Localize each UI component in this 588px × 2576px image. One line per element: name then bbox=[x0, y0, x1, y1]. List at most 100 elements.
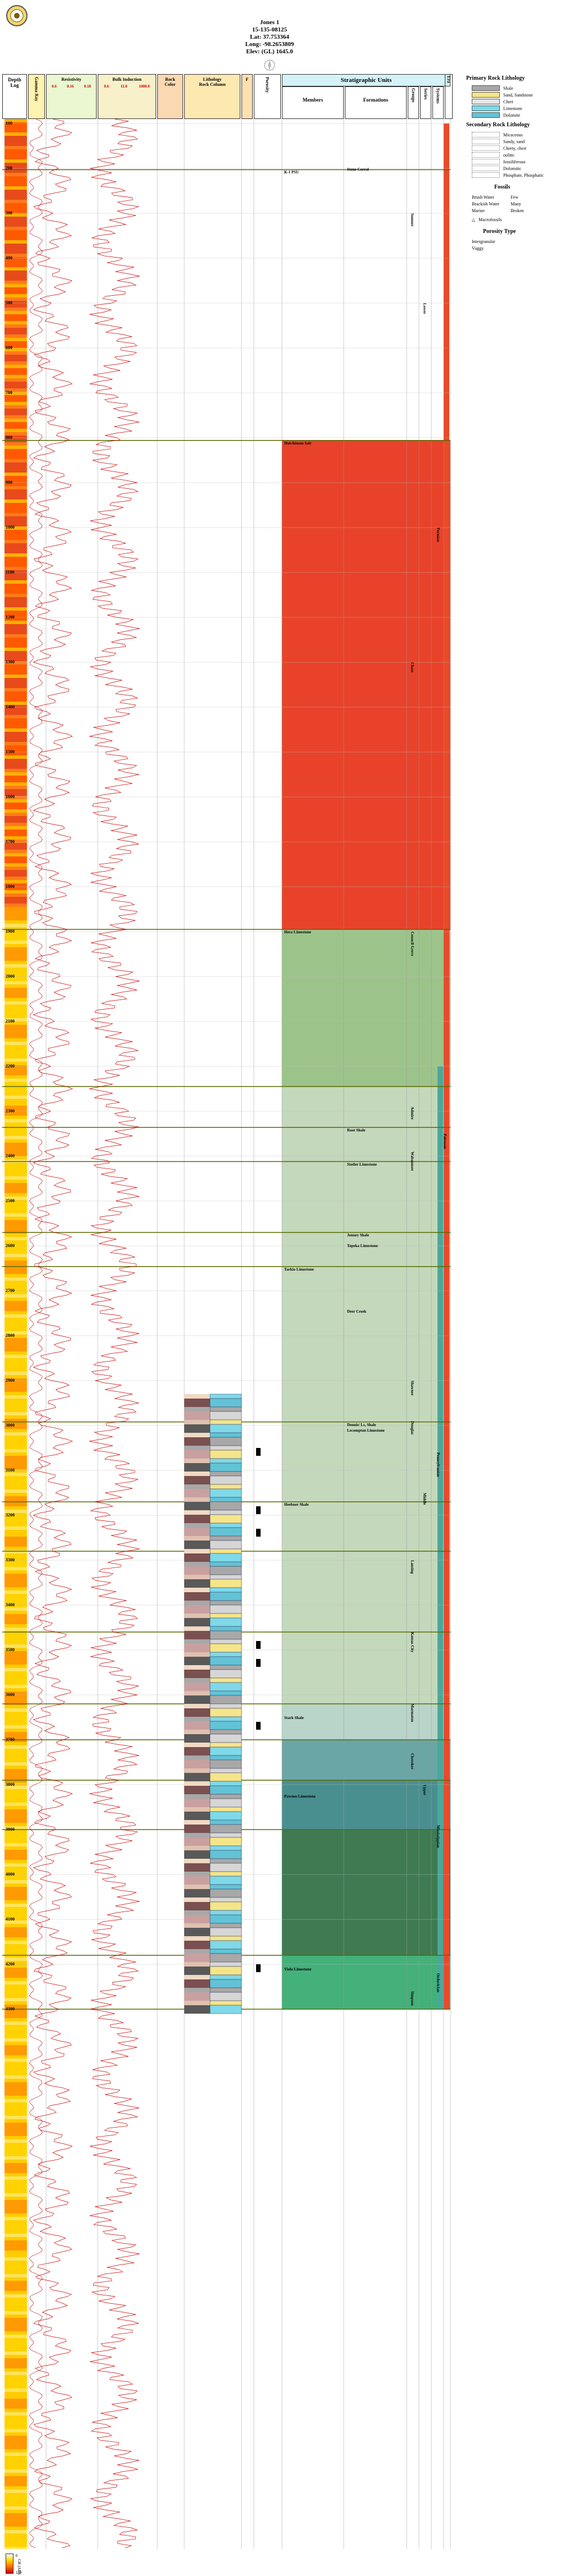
rock-color-cell bbox=[184, 1670, 210, 1678]
rock-color-cell bbox=[184, 2001, 210, 2005]
gr-color-band bbox=[4, 1032, 27, 1035]
gr-color-band bbox=[4, 2028, 27, 2032]
gr-color-band bbox=[4, 2102, 27, 2106]
gr-color-band bbox=[4, 853, 27, 856]
group-label: Wabaunsee bbox=[410, 1152, 414, 1171]
rock-color-column-header: Rock Color bbox=[157, 74, 183, 119]
gr-color-band bbox=[4, 1813, 27, 1816]
gr-color-band bbox=[4, 1028, 27, 1032]
legend-label: Sand, Sandstone bbox=[503, 92, 533, 98]
gr-color-band bbox=[4, 2483, 27, 2486]
gr-color-band bbox=[4, 691, 27, 695]
gr-color-band bbox=[4, 2099, 27, 2102]
gr-color-band bbox=[4, 590, 27, 594]
gr-color-band bbox=[4, 2385, 27, 2389]
lithology-cell bbox=[209, 1527, 242, 1537]
lithology-cell bbox=[209, 1394, 242, 1399]
depth-label: 400 bbox=[6, 255, 12, 260]
gr-color-band bbox=[4, 314, 27, 318]
gr-color-band bbox=[4, 2469, 27, 2473]
gr-color-band bbox=[4, 543, 27, 547]
gr-color-band bbox=[4, 2358, 27, 2362]
gr-color-band bbox=[4, 1590, 27, 1594]
gr-color-band bbox=[4, 2096, 27, 2099]
well-elev: Elev: (GL) 1645.0 bbox=[246, 48, 293, 55]
gr-color-band bbox=[4, 1412, 27, 1415]
member-label: Viola Limestone bbox=[284, 1967, 312, 1972]
gr-color-band bbox=[4, 2446, 27, 2449]
gr-color-band bbox=[4, 1547, 27, 1550]
gr-color-band bbox=[4, 1385, 27, 1388]
gr-color-band bbox=[4, 2429, 27, 2432]
bulk-induction-column-header: Bulk Induction 0.6 11.0 1000.0 bbox=[98, 74, 156, 119]
legend-swatch bbox=[472, 106, 500, 111]
porosity-mark bbox=[256, 1964, 261, 1972]
gr-color-band bbox=[4, 904, 27, 907]
gr-color-band bbox=[4, 267, 27, 271]
gr-color-band bbox=[4, 1857, 27, 1860]
gr-color-band bbox=[4, 1254, 27, 1257]
gr-scale-min: 0 bbox=[16, 2554, 18, 2558]
lithology-cell bbox=[209, 1940, 242, 1950]
compass-icon bbox=[263, 58, 276, 72]
rock-color-cell bbox=[184, 1988, 210, 1992]
gr-color-band bbox=[4, 2042, 27, 2045]
gr-color-band bbox=[4, 2055, 27, 2059]
gr-color-band bbox=[4, 900, 27, 904]
lithology-cell bbox=[209, 1424, 242, 1433]
gr-color-band bbox=[4, 856, 27, 860]
gr-color-band bbox=[4, 1436, 27, 1439]
gr-color-band bbox=[4, 1587, 27, 1590]
gr-color-band bbox=[4, 1580, 27, 1584]
gr-color-band bbox=[4, 1910, 27, 1914]
rock-color-cell bbox=[184, 1755, 210, 1760]
gr-color-band bbox=[4, 2415, 27, 2419]
gr-color-band bbox=[4, 998, 27, 1001]
systems-header: Systems bbox=[432, 86, 444, 119]
gr-color-band bbox=[4, 2018, 27, 2022]
gr-color-band bbox=[4, 2106, 27, 2109]
lithology-cell bbox=[209, 1708, 242, 1717]
gr-color-band bbox=[4, 1971, 27, 1974]
rock-color-cell bbox=[184, 1605, 210, 1614]
gr-color-band bbox=[4, 1301, 27, 1304]
gr-color-band bbox=[4, 2045, 27, 2048]
legend-primary-item: Chert bbox=[472, 98, 584, 105]
gr-color-band bbox=[4, 2200, 27, 2203]
gr-color-band bbox=[4, 1052, 27, 1055]
lithology-cell bbox=[209, 1665, 242, 1670]
gr-color-band bbox=[4, 654, 27, 658]
legend-swatch bbox=[472, 139, 500, 144]
gr-color-band bbox=[4, 2338, 27, 2341]
gr-color-band bbox=[4, 277, 27, 281]
depth-label: 2000 bbox=[6, 974, 15, 979]
gr-color-band bbox=[4, 1045, 27, 1048]
legend-swatch bbox=[472, 166, 500, 171]
strat-band bbox=[282, 1830, 450, 1955]
gr-color-band bbox=[4, 233, 27, 237]
gr-color-band bbox=[4, 419, 27, 422]
gr-color-band bbox=[4, 1136, 27, 1139]
gr-color-band bbox=[4, 954, 27, 957]
gr-color-band bbox=[4, 1439, 27, 1442]
lithology-cell bbox=[209, 1785, 242, 1795]
gr-color-band bbox=[4, 1823, 27, 1826]
gr-color-band bbox=[4, 1452, 27, 1456]
well-lat: Lat: 37.753364 bbox=[250, 34, 289, 40]
rock-color-cell bbox=[184, 1437, 210, 1446]
gr-color-band bbox=[4, 442, 27, 446]
strat-band bbox=[282, 929, 450, 1087]
rock-color-cell bbox=[184, 1459, 210, 1463]
gr-color-band bbox=[4, 2311, 27, 2314]
gr-color-band bbox=[4, 2227, 27, 2230]
gr-color-band bbox=[4, 2187, 27, 2190]
legend-primary-item: Shale bbox=[472, 85, 584, 91]
lithology-column-header: Lithology Rock Column bbox=[184, 74, 240, 119]
gr-color-band bbox=[4, 1500, 27, 1503]
gr-color-band bbox=[4, 2244, 27, 2247]
gr-color-band bbox=[4, 1638, 27, 1641]
gr-column-header: Gamma Ray bbox=[28, 74, 45, 119]
gr-color-band bbox=[4, 1402, 27, 1405]
gr-color-band bbox=[4, 873, 27, 877]
gr-color-band bbox=[4, 506, 27, 510]
